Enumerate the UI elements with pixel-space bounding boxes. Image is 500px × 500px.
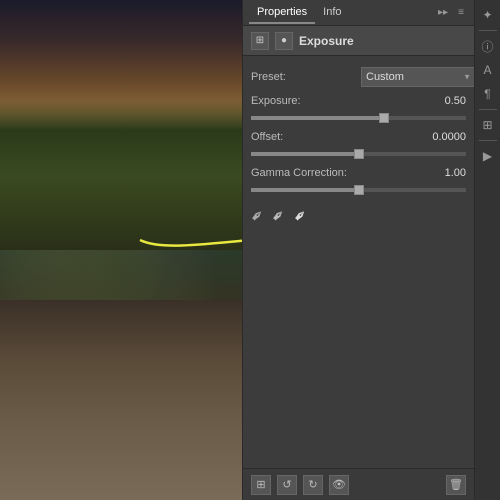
- image-area: [0, 0, 242, 500]
- exposure-slider-track[interactable]: [251, 116, 466, 120]
- footer-redo-btn[interactable]: ↻: [303, 475, 323, 495]
- exposure-value: 0.50: [361, 95, 466, 107]
- panel-tab-buttons: ▸▸ ≡: [436, 6, 468, 20]
- preset-select-wrapper: Custom Default Darker Lighter Increase C…: [361, 67, 474, 87]
- exposure-row: Exposure: 0.50: [243, 90, 474, 112]
- offset-label: Offset:: [251, 131, 361, 143]
- offset-value: 0.0000: [361, 131, 466, 143]
- gamma-slider-fill: [251, 188, 359, 192]
- tools-row: ✒ ✒ ✒: [243, 198, 474, 234]
- image-rocks: [0, 300, 242, 500]
- main-container: Properties Info ▸▸ ≡ ⊞ ● Exposure Preset…: [0, 0, 500, 500]
- panel-footer: ⊞ ↺ ↻ 👁 🗑: [243, 468, 474, 500]
- gamma-slider-track[interactable]: [251, 188, 466, 192]
- adjustment-icon-btn[interactable]: ⊞: [251, 32, 269, 50]
- exposure-label: Exposure:: [251, 95, 361, 107]
- exposure-slider-row: [243, 112, 474, 126]
- footer-visibility-btn[interactable]: 👁: [329, 475, 349, 495]
- tab-info[interactable]: Info: [315, 2, 349, 24]
- offset-row: Offset: 0.0000: [243, 126, 474, 148]
- right-panel: Properties Info ▸▸ ≡ ⊞ ● Exposure Preset…: [242, 0, 500, 500]
- gamma-row: Gamma Correction: 1.00: [243, 162, 474, 184]
- gamma-value: 1.00: [361, 167, 466, 179]
- footer-undo-btn[interactable]: ↺: [277, 475, 297, 495]
- side-tool-text[interactable]: A: [477, 59, 499, 81]
- offset-slider-thumb[interactable]: [354, 149, 364, 159]
- layer-icon-btn[interactable]: ●: [275, 32, 293, 50]
- panel-expand-btn[interactable]: ▸▸: [436, 6, 450, 20]
- side-tool-play[interactable]: ▶: [477, 145, 499, 167]
- side-tool-sep-3: [479, 140, 497, 141]
- panel-tabs: Properties Info ▸▸ ≡: [243, 0, 474, 26]
- side-tool-star[interactable]: ✦: [477, 4, 499, 26]
- offset-slider-fill: [251, 152, 359, 156]
- preset-select[interactable]: Custom Default Darker Lighter Increase C…: [361, 67, 474, 87]
- gamma-slider-row: [243, 184, 474, 198]
- panel-menu-btn[interactable]: ≡: [454, 6, 468, 20]
- side-tool-sep-1: [479, 30, 497, 31]
- side-tool-para[interactable]: ¶: [477, 83, 499, 105]
- side-tool-info[interactable]: ⓘ: [477, 35, 499, 57]
- tab-properties[interactable]: Properties: [249, 2, 315, 24]
- side-tool-grid[interactable]: ⊞: [477, 114, 499, 136]
- exposure-slider-fill: [251, 116, 384, 120]
- gamma-slider-thumb[interactable]: [354, 185, 364, 195]
- side-toolbar: ✦ ⓘ A ¶ ⊞ ▶: [474, 0, 500, 500]
- panel-subheader: ⊞ ● Exposure: [243, 26, 474, 56]
- footer-add-btn[interactable]: ⊞: [251, 475, 271, 495]
- offset-slider-track[interactable]: [251, 152, 466, 156]
- image-hills: [0, 100, 242, 250]
- panel-content: Preset: Custom Default Darker Lighter In…: [243, 56, 474, 468]
- footer-delete-btn[interactable]: 🗑: [446, 475, 466, 495]
- exposure-slider-thumb[interactable]: [379, 113, 389, 123]
- side-tool-sep-2: [479, 109, 497, 110]
- gamma-label: Gamma Correction:: [251, 167, 361, 179]
- preset-row: Preset: Custom Default Darker Lighter In…: [243, 64, 474, 90]
- panel-title: Exposure: [299, 34, 354, 48]
- eyedropper-white-btn[interactable]: ✒: [289, 204, 313, 228]
- eyedropper-gray-btn[interactable]: ✒: [267, 204, 291, 228]
- offset-slider-row: [243, 148, 474, 162]
- properties-panel: Properties Info ▸▸ ≡ ⊞ ● Exposure Preset…: [242, 0, 474, 500]
- eyedropper-black-btn[interactable]: ✒: [246, 204, 270, 228]
- preset-label: Preset:: [251, 71, 361, 83]
